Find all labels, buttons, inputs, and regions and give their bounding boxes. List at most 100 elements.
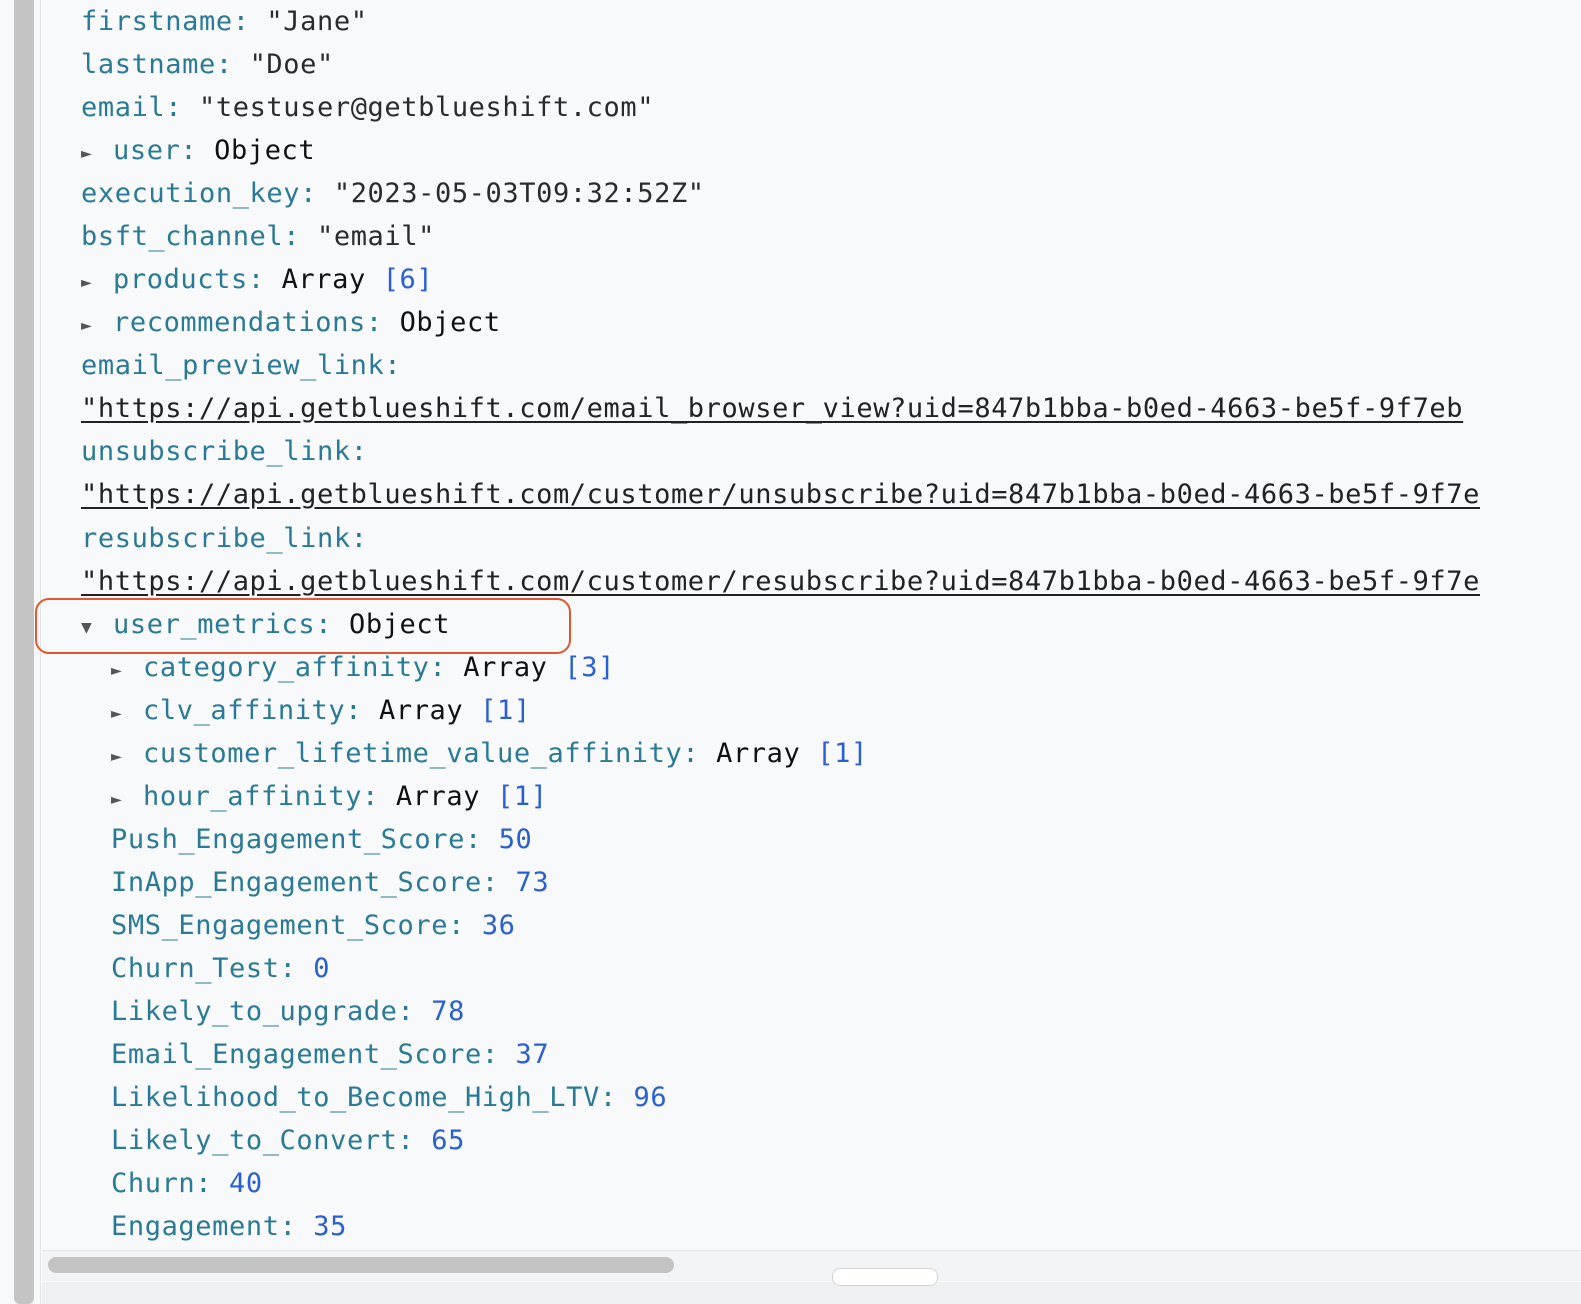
resize-handle[interactable]: [832, 1268, 938, 1286]
key-label[interactable]: user: [113, 135, 180, 166]
unsubscribe-link-value[interactable]: "https://api.getblueshift.com/customer/u…: [81, 473, 1480, 516]
tree-row-recommendations[interactable]: ► recommendations: Object: [81, 301, 501, 344]
key-label: bsft_channel: [81, 221, 284, 252]
tree-row-user-metrics[interactable]: ▼ user_metrics: Object: [81, 603, 450, 646]
triangle-right-icon[interactable]: ►: [81, 132, 113, 175]
tree-row-bsft-channel: bsft_channel: "email": [81, 215, 435, 258]
key-label[interactable]: category_affinity: [143, 652, 430, 683]
tree-row-execution-key: execution_key: "2023-05-03T09:32:52Z": [81, 172, 705, 215]
url-link[interactable]: "https://api.getblueshift.com/email_brow…: [81, 393, 1463, 424]
key-label: Churn: [111, 1168, 196, 1199]
triangle-right-icon[interactable]: ►: [111, 649, 143, 692]
number-value: 65: [431, 1125, 465, 1156]
type-label: Array: [463, 652, 548, 683]
key-label: Likelihood_to_Become_High_LTV: [111, 1082, 600, 1113]
tree-row-unsubscribe-link: unsubscribe_link:: [81, 430, 368, 473]
colon: :: [300, 178, 334, 209]
tree-row-inapp-engagement-score: InApp_Engagement_Score: 73: [111, 861, 549, 904]
tree-row-category-affinity[interactable]: ► category_affinity: Array [3]: [111, 646, 615, 689]
triangle-right-icon[interactable]: ►: [81, 304, 113, 347]
colon: :: [481, 1039, 516, 1070]
tree-row-clv-affinity[interactable]: ► clv_affinity: Array [1]: [111, 689, 531, 732]
tree-row-products[interactable]: ► products: Array [6]: [81, 258, 433, 301]
number-value: 73: [515, 867, 550, 898]
colon: :: [362, 781, 396, 812]
key-label: firstname: [81, 6, 233, 37]
tree-row-email: email: "testuser@getblueshift.com": [81, 86, 654, 129]
key-label: email_preview_link: [81, 350, 385, 381]
colon: :: [345, 695, 379, 726]
key-label: lastname: [81, 49, 216, 80]
tree-row-likely-to-upgrade: Likely_to_upgrade: 78: [111, 990, 465, 1033]
tree-row-user[interactable]: ► user: Object: [81, 129, 315, 172]
number-value: 35: [313, 1211, 347, 1242]
type-label: Array: [378, 695, 464, 726]
colon: :: [247, 264, 282, 295]
string-value: "2023-05-03T09:32:52Z": [333, 178, 705, 209]
resubscribe-link-value[interactable]: "https://api.getblueshift.com/customer/r…: [81, 560, 1480, 603]
key-label: Churn_Test: [111, 953, 280, 984]
colon: :: [165, 92, 199, 123]
string-value: "Doe": [249, 49, 334, 80]
type-label: Array: [281, 264, 366, 295]
tree-row-email-preview-link: email_preview_link:: [81, 344, 401, 387]
tree-row-sms-engagement-score: SMS_Engagement_Score: 36: [111, 904, 516, 947]
email-preview-link-value[interactable]: "https://api.getblueshift.com/email_brow…: [81, 387, 1463, 430]
horizontal-scrollbar-thumb[interactable]: [48, 1257, 674, 1273]
triangle-right-icon[interactable]: ►: [81, 261, 113, 304]
colon: :: [279, 1211, 314, 1242]
tree-row-churn-test: Churn_Test: 0: [111, 947, 330, 990]
number-value: 0: [313, 953, 331, 984]
key-label: Engagement: [111, 1211, 280, 1242]
type-label: Object: [399, 307, 501, 338]
colon: :: [599, 1082, 634, 1113]
colon: :: [232, 6, 267, 37]
colon: :: [384, 350, 402, 381]
key-label: Likely_to_Convert: [111, 1125, 398, 1156]
key-label[interactable]: products: [113, 264, 248, 295]
key-label: Email_Engagement_Score: [111, 1039, 482, 1070]
tree-row-lastname: lastname: "Doe": [81, 43, 334, 86]
key-label[interactable]: hour_affinity: [143, 781, 362, 812]
type-label: Object: [348, 609, 451, 640]
key-label[interactable]: customer_lifetime_value_affinity: [143, 738, 682, 769]
colon: :: [682, 738, 717, 769]
array-count: [1]: [480, 695, 531, 726]
triangle-right-icon[interactable]: ►: [111, 735, 143, 778]
colon: :: [279, 953, 314, 984]
number-value: 36: [481, 910, 516, 941]
number-value: 50: [498, 824, 533, 855]
tree-row-customer-lifetime-value-affinity[interactable]: ► customer_lifetime_value_affinity: Array…: [111, 732, 868, 775]
tree-row-churn: Churn: 40: [111, 1162, 263, 1205]
array-count: [3]: [564, 652, 615, 683]
json-tree: firstname: "Jane" lastname: "Doe" email:…: [0, 0, 1581, 1250]
colon: :: [397, 1125, 432, 1156]
triangle-down-icon[interactable]: ▼: [81, 606, 113, 649]
string-value: "email": [316, 221, 435, 252]
url-link[interactable]: "https://api.getblueshift.com/customer/u…: [81, 479, 1480, 510]
key-label[interactable]: clv_affinity: [143, 695, 345, 726]
key-label: execution_key: [81, 178, 301, 209]
url-link[interactable]: "https://api.getblueshift.com/customer/r…: [81, 566, 1480, 597]
number-value: 40: [229, 1168, 263, 1199]
string-value: "testuser@getblueshift.com": [199, 92, 655, 123]
triangle-right-icon[interactable]: ►: [111, 692, 143, 735]
key-label[interactable]: recommendations: [113, 307, 366, 338]
panel-footer: [42, 1282, 1581, 1304]
number-value: 78: [431, 996, 465, 1027]
type-label: Object: [214, 135, 316, 166]
key-label: Push_Engagement_Score: [111, 824, 465, 855]
colon: :: [397, 996, 432, 1027]
tree-row-likely-to-convert: Likely_to_Convert: 65: [111, 1119, 465, 1162]
triangle-right-icon[interactable]: ►: [111, 778, 143, 821]
type-label: Array: [395, 781, 481, 812]
colon: :: [350, 523, 368, 554]
tree-row-resubscribe-link: resubscribe_link:: [81, 517, 368, 560]
key-label: SMS_Engagement_Score: [111, 910, 449, 941]
tree-row-hour-affinity[interactable]: ► hour_affinity: Array [1]: [111, 775, 548, 818]
colon: :: [350, 436, 368, 467]
key-label[interactable]: user_metrics: [113, 609, 315, 640]
colon: :: [448, 910, 482, 941]
colon: :: [180, 135, 215, 166]
key-label: resubscribe_link: [81, 523, 351, 554]
